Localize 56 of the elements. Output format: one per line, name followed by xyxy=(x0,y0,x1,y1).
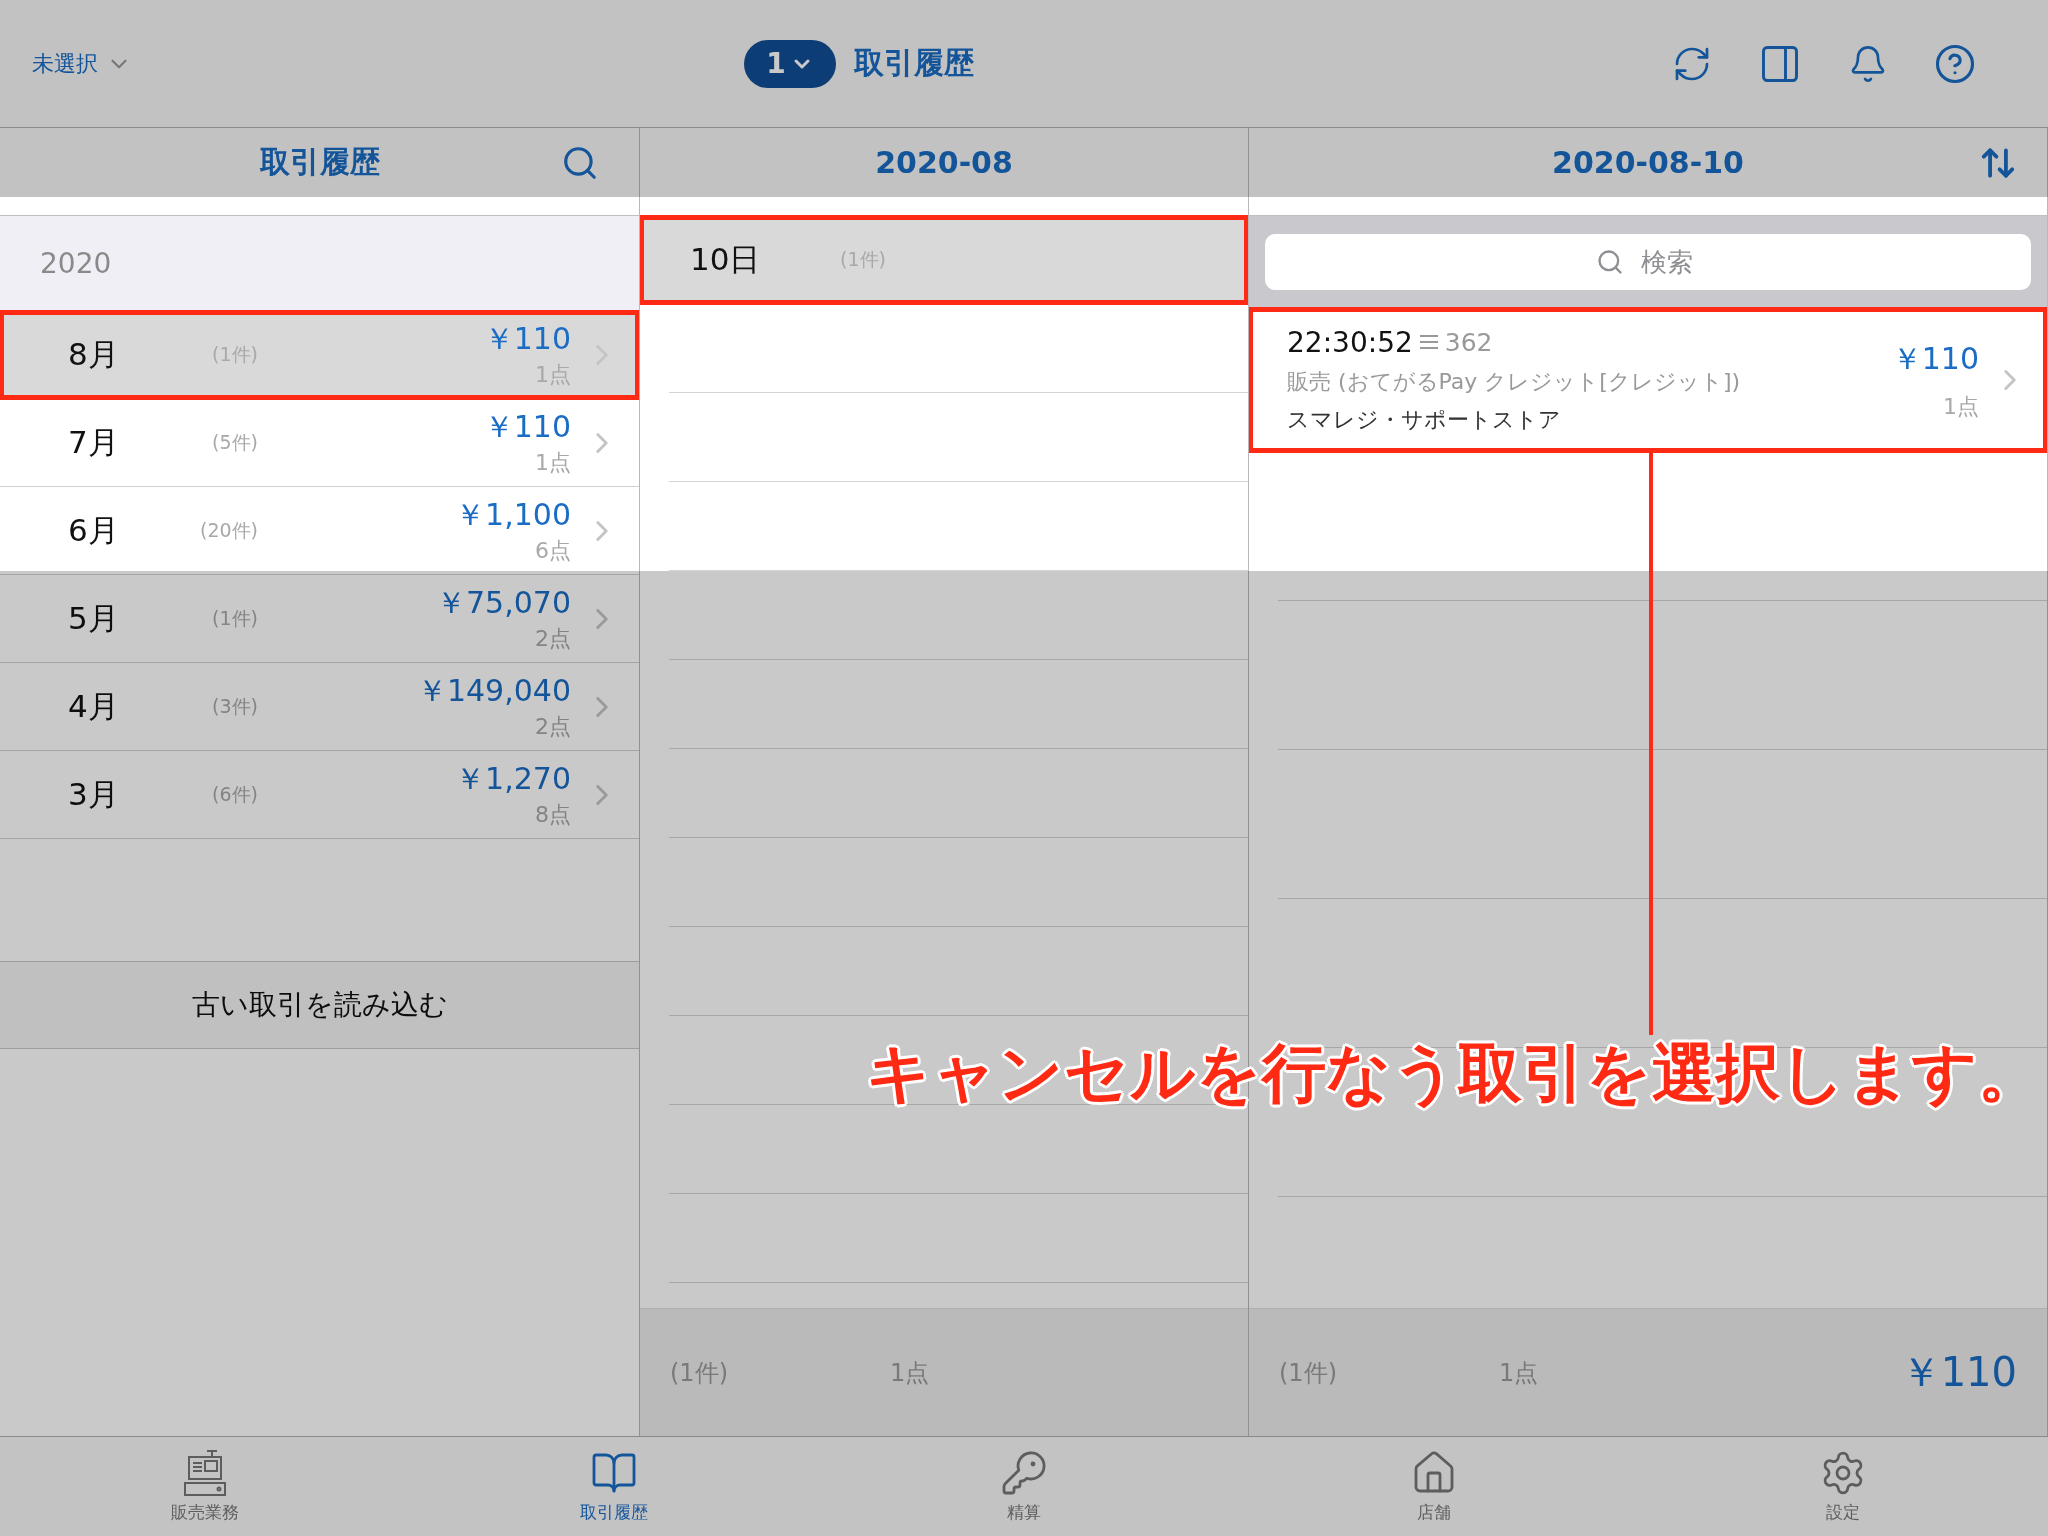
load-older-button[interactable]: 古い取引を読み込む xyxy=(0,961,639,1049)
month-row[interactable]: 7月 (5件) ￥110 1点 xyxy=(0,399,639,487)
column-title: 取引履歴 xyxy=(259,143,380,181)
month-label: 6月 xyxy=(68,510,120,550)
total-amount: ￥110 xyxy=(1900,1348,2017,1397)
tab-bar-item[interactable]: 店舗 xyxy=(1333,1437,1534,1536)
amount: ￥110 xyxy=(483,320,571,358)
key-icon xyxy=(1000,1449,1048,1497)
transaction-count: (6件) xyxy=(211,781,258,807)
tab-bar-item[interactable]: 設定 xyxy=(1743,1437,1944,1536)
transaction-count: (1件) xyxy=(211,605,258,631)
store-selector[interactable]: 未選択 xyxy=(32,48,132,79)
footer-count: (1件) xyxy=(1279,1357,1338,1389)
screen-title: 取引履歴 xyxy=(853,44,974,82)
amount: ￥110 xyxy=(1891,339,1979,378)
receipt-number: 362 xyxy=(1444,327,1493,357)
transaction-time: 22:30:52 xyxy=(1287,325,1413,359)
footer-items: 1点 xyxy=(1499,1357,1539,1389)
transaction-count: (20件) xyxy=(199,517,258,543)
item-count: 2点 xyxy=(535,713,571,741)
footer-count: (1件) xyxy=(670,1357,729,1389)
tab-bar-item[interactable]: 精算 xyxy=(924,1437,1124,1536)
receipt-icon xyxy=(1418,333,1439,351)
month-label: 3月 xyxy=(68,774,120,814)
tab-bar-item[interactable]: 販売業務 xyxy=(104,1437,305,1536)
cash-register-icon xyxy=(182,1449,227,1497)
help-icon[interactable] xyxy=(1934,42,1976,85)
search-icon xyxy=(1596,248,1624,276)
column-title: 2020-08-10 xyxy=(1552,145,1744,180)
item-count: 8点 xyxy=(535,801,571,829)
amount: ￥1,270 xyxy=(455,760,571,798)
column-title: 2020-08 xyxy=(875,145,1013,180)
transaction-count: (5件) xyxy=(211,429,258,455)
amount: ￥149,040 xyxy=(416,672,571,710)
item-count: 1点 xyxy=(535,449,571,477)
amount: ￥1,100 xyxy=(455,496,571,534)
transaction-description: 販売 (おてがるPay クレジット[クレジット]) xyxy=(1287,367,1742,396)
day-label: 10日 xyxy=(690,239,762,279)
search-field[interactable]: 検索 xyxy=(1265,234,2031,290)
month-label: 4月 xyxy=(68,686,120,726)
store-name: スマレジ・サポートストア xyxy=(1287,405,1562,434)
item-count: 2点 xyxy=(535,625,571,653)
transaction-count: (3件) xyxy=(211,693,258,719)
register-number-button[interactable]: 1 xyxy=(744,39,836,88)
item-count: 1点 xyxy=(1943,392,1979,421)
footer-items: 1点 xyxy=(890,1357,930,1389)
year-header: 2020 xyxy=(40,247,112,280)
month-label: 8月 xyxy=(68,334,120,374)
month-label: 7月 xyxy=(68,422,120,462)
month-label: 5月 xyxy=(68,598,120,638)
amount: ￥75,070 xyxy=(436,584,571,622)
amount: ￥110 xyxy=(483,408,571,446)
annotation-text: キャンセルを行なう取引を選択します。 xyxy=(866,1035,2042,1112)
tab-bar-item[interactable]: 取引履歴 xyxy=(514,1437,715,1536)
item-count: 6点 xyxy=(535,537,571,565)
transaction-row[interactable]: 22:30:52 362 販売 (おてがるPay クレジット[クレジット]) スマレジ・サポートストア ￥110 1点 xyxy=(1249,308,2047,452)
